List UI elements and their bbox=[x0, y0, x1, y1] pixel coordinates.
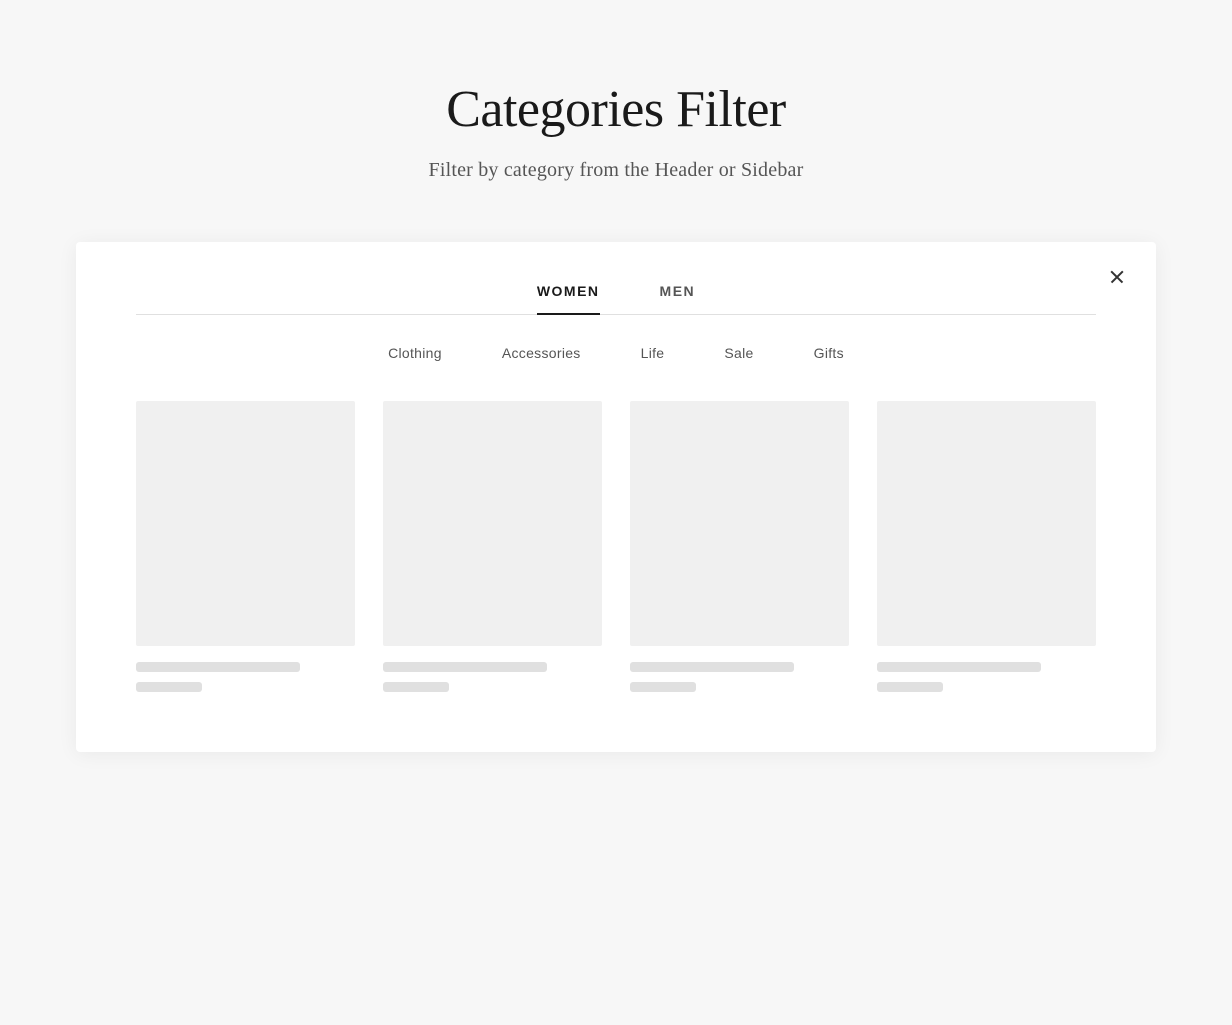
product-price-skeleton bbox=[383, 682, 449, 692]
tabs-row: WOMEN MEN bbox=[136, 282, 1096, 315]
close-button[interactable] bbox=[1102, 262, 1132, 292]
product-card bbox=[383, 401, 602, 692]
product-title-skeleton bbox=[383, 662, 547, 672]
product-card bbox=[877, 401, 1096, 692]
product-image bbox=[630, 401, 849, 646]
category-sale[interactable]: Sale bbox=[724, 345, 753, 361]
product-title-skeleton bbox=[136, 662, 300, 672]
product-price-skeleton bbox=[630, 682, 696, 692]
modal-container: WOMEN MEN Clothing Accessories Life Sale… bbox=[76, 242, 1156, 752]
tab-women[interactable]: WOMEN bbox=[537, 283, 600, 315]
product-image bbox=[136, 401, 355, 646]
page-subtitle: Filter by category from the Header or Si… bbox=[429, 159, 804, 182]
product-title-skeleton bbox=[630, 662, 794, 672]
page-title: Categories Filter bbox=[429, 80, 804, 139]
product-card bbox=[630, 401, 849, 692]
category-gifts[interactable]: Gifts bbox=[814, 345, 844, 361]
category-nav: Clothing Accessories Life Sale Gifts bbox=[136, 345, 1096, 361]
product-price-skeleton bbox=[136, 682, 202, 692]
product-image bbox=[877, 401, 1096, 646]
product-price-skeleton bbox=[877, 682, 943, 692]
products-grid bbox=[136, 401, 1096, 692]
product-image bbox=[383, 401, 602, 646]
product-title-skeleton bbox=[877, 662, 1041, 672]
tab-men[interactable]: MEN bbox=[660, 283, 696, 315]
product-card bbox=[136, 401, 355, 692]
category-clothing[interactable]: Clothing bbox=[388, 345, 442, 361]
category-life[interactable]: Life bbox=[641, 345, 665, 361]
category-accessories[interactable]: Accessories bbox=[502, 345, 581, 361]
page-header: Categories Filter Filter by category fro… bbox=[429, 0, 804, 242]
